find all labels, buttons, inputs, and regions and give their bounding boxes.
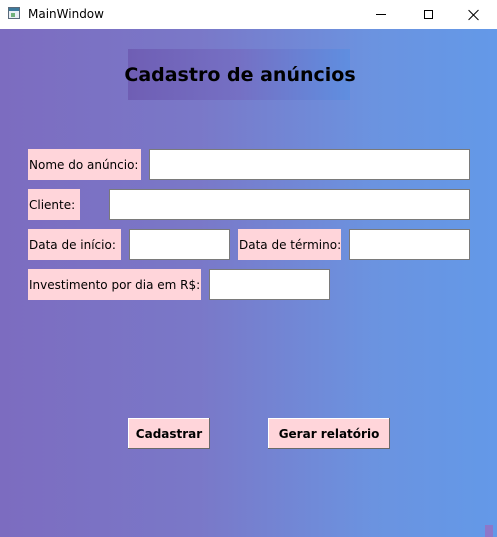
close-button[interactable] [451,0,497,29]
window-title: MainWindow [28,7,104,21]
cliente-input[interactable] [109,189,470,220]
resize-grip[interactable] [485,525,493,537]
cliente-label: Cliente: [28,189,80,220]
nome-anuncio-input[interactable] [149,149,470,180]
maximize-icon [423,10,433,19]
app-window-icon [8,7,20,19]
investimento-label: Investimento por dia em R$: [28,269,201,300]
investimento-input[interactable] [209,269,330,300]
minimize-icon [376,14,386,15]
data-termino-label: Data de término: [238,229,341,260]
nome-anuncio-label: Nome do anúncio: [28,149,141,180]
gerar-relatorio-button[interactable]: Gerar relatório [268,418,390,449]
maximize-button[interactable] [405,0,451,29]
close-icon [468,9,480,21]
data-inicio-input[interactable] [129,229,230,260]
main-window: MainWindow Cadastro de anúncios Nome do … [0,0,497,537]
data-termino-input[interactable] [349,229,470,260]
title-bar[interactable]: MainWindow [0,0,497,29]
data-inicio-label: Data de início: [28,229,121,260]
form-area: Cadastro de anúncios Nome do anúncio: Cl… [0,29,497,537]
minimize-button[interactable] [358,0,404,29]
cadastrar-button[interactable]: Cadastrar [128,418,210,449]
page-title: Cadastro de anúncios [124,49,356,100]
